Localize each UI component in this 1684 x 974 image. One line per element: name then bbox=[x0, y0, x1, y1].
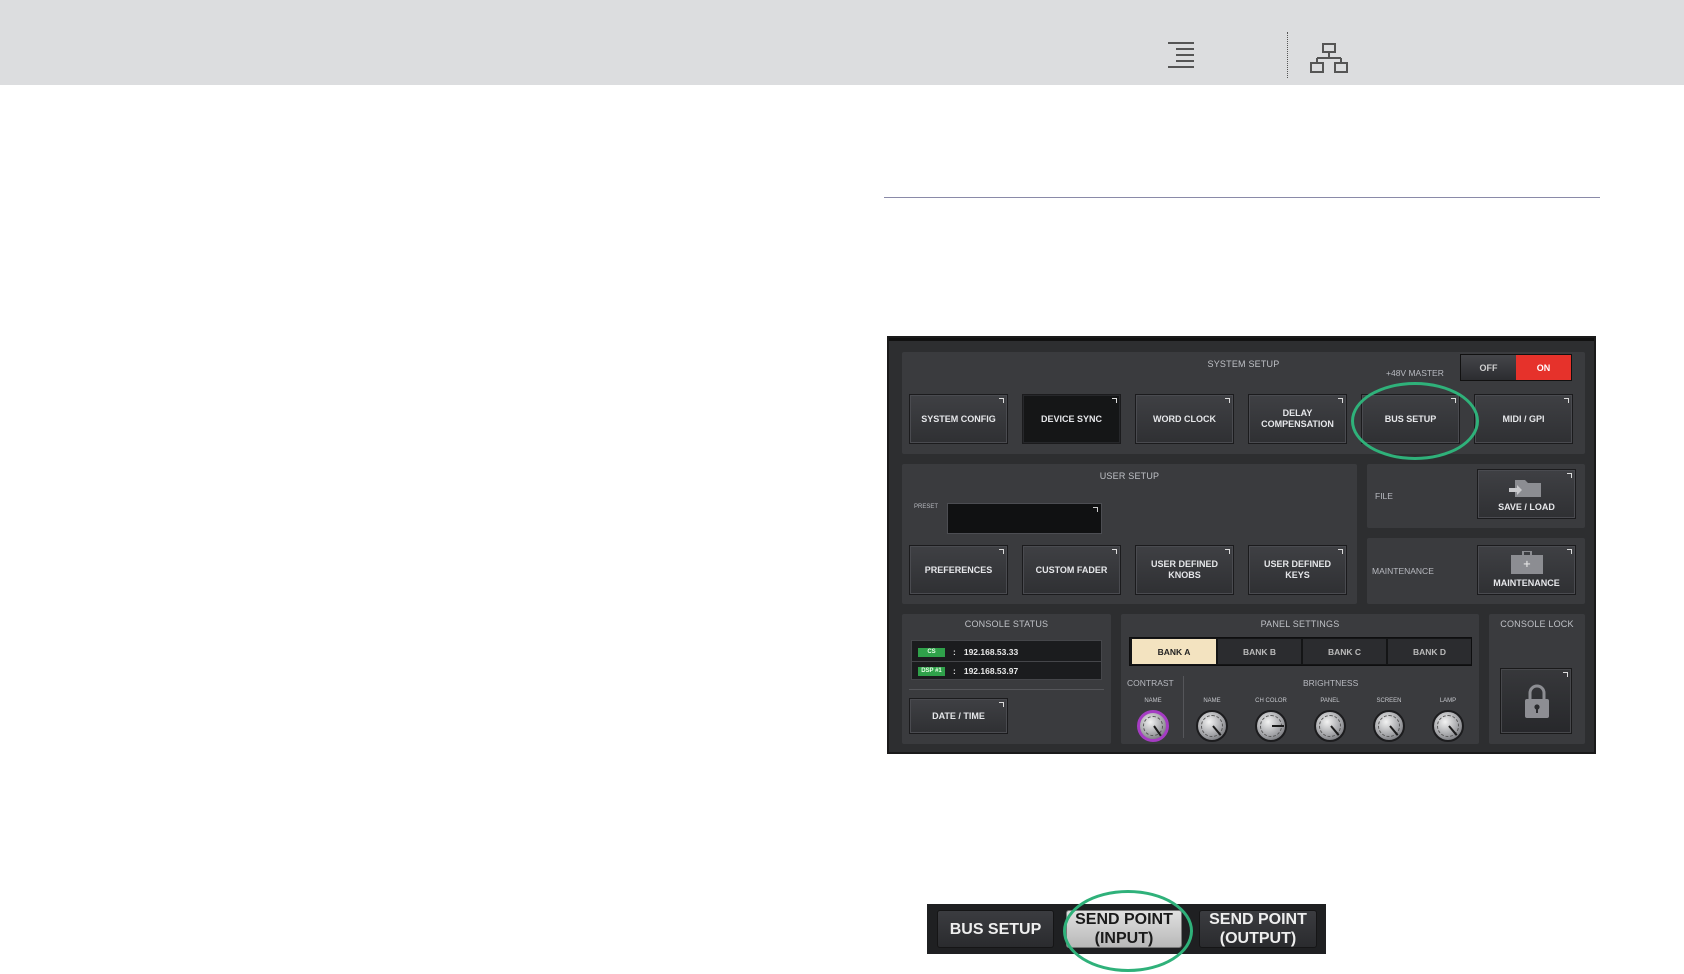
brightness-ch-color-knob: CH COLOR bbox=[1251, 698, 1291, 742]
device-sync-button[interactable]: DEVICE SYNC bbox=[1022, 394, 1121, 444]
console-lock-panel: CONSOLE LOCK bbox=[1489, 614, 1585, 744]
brightness-lamp-knob: LAMP bbox=[1428, 698, 1468, 742]
panel-settings-panel: PANEL SETTINGS BANK A BANK B BANK C BANK… bbox=[1121, 614, 1479, 744]
toolbox-icon: + bbox=[1510, 551, 1543, 574]
dsp-ip: 192.168.53.97 bbox=[963, 666, 1019, 676]
contrast-name-knob: NAME bbox=[1133, 698, 1173, 742]
file-panel: FILE SAVE / LOAD bbox=[1367, 464, 1585, 528]
phantom-on-button[interactable]: ON bbox=[1516, 355, 1571, 380]
toc-indent-icon[interactable] bbox=[1164, 40, 1204, 74]
maintenance-label: MAINTENANCE bbox=[1372, 566, 1434, 576]
preferences-button[interactable]: PREFERENCES bbox=[909, 545, 1008, 595]
user-defined-knobs-button[interactable]: USER DEFINED KNOBS bbox=[1135, 545, 1234, 595]
maintenance-button[interactable]: + MAINTENANCE bbox=[1477, 545, 1576, 595]
knob-dial[interactable] bbox=[1314, 710, 1346, 742]
save-load-button[interactable]: SAVE / LOAD bbox=[1477, 469, 1576, 519]
status-row-dsp: DSP #1 : 192.168.53.97 bbox=[918, 664, 1018, 678]
maintenance-button-label: MAINTENANCE bbox=[1493, 578, 1560, 588]
section-divider bbox=[884, 197, 1600, 198]
midi-gpi-button[interactable]: MIDI / GPI bbox=[1474, 394, 1573, 444]
console-status-panel: CONSOLE STATUS CS : 192.168.53.33 DSP #1… bbox=[902, 614, 1111, 744]
phantom-master-label: +48V MASTER bbox=[1386, 368, 1444, 378]
brightness-label: BRIGHTNESS bbox=[1303, 678, 1359, 688]
tab-send-point-input[interactable]: SEND POINT (INPUT) bbox=[1066, 910, 1182, 948]
custom-fader-button[interactable]: CUSTOM FADER bbox=[1022, 545, 1121, 595]
phantom-master-switch[interactable]: OFF ON bbox=[1460, 354, 1572, 381]
knob-dial[interactable] bbox=[1432, 710, 1464, 742]
console-lock-title: CONSOLE LOCK bbox=[1500, 619, 1574, 629]
console-lock-button[interactable] bbox=[1500, 668, 1572, 734]
brightness-panel-knob: PANEL bbox=[1310, 698, 1350, 742]
system-config-button[interactable]: SYSTEM CONFIG bbox=[909, 394, 1008, 444]
brightness-name-knob: NAME bbox=[1192, 698, 1232, 742]
user-setup-title: USER SETUP bbox=[1099, 471, 1160, 481]
bank-b-button[interactable]: BANK B bbox=[1218, 639, 1301, 664]
bank-a-button[interactable]: BANK A bbox=[1132, 639, 1216, 664]
knob-label: PANEL bbox=[1320, 698, 1340, 704]
brightness-screen-knob: SCREEN bbox=[1369, 698, 1409, 742]
tab-send-point-output[interactable]: SEND POINT (OUTPUT) bbox=[1199, 910, 1317, 948]
knob-label: LAMP bbox=[1439, 698, 1457, 704]
cs-separator: : bbox=[953, 647, 956, 657]
knob-dial[interactable] bbox=[1137, 710, 1169, 742]
bank-c-button[interactable]: BANK C bbox=[1303, 639, 1386, 664]
tab-bus-setup[interactable]: BUS SETUP bbox=[937, 910, 1054, 948]
status-row-divider bbox=[912, 661, 1101, 662]
console-status-title: CONSOLE STATUS bbox=[964, 619, 1049, 629]
word-clock-button[interactable]: WORD CLOCK bbox=[1135, 394, 1234, 444]
bank-d-button[interactable]: BANK D bbox=[1388, 639, 1471, 664]
maintenance-panel: MAINTENANCE + MAINTENANCE bbox=[1367, 538, 1585, 604]
delay-compensation-button[interactable]: DELAY COMPENSATION bbox=[1248, 394, 1347, 444]
console-setup-screen: SYSTEM SETUP +48V MASTER OFF ON SYSTEM C… bbox=[887, 336, 1596, 754]
dsp-tag: DSP #1 bbox=[918, 666, 945, 676]
dsp-separator: : bbox=[953, 666, 956, 676]
knob-label: NAME bbox=[1203, 698, 1221, 704]
preset-label: PRESET bbox=[914, 504, 939, 510]
panel-settings-title: PANEL SETTINGS bbox=[1260, 619, 1340, 629]
user-setup-panel: USER SETUP PRESET PREFERENCES CUSTOM FAD… bbox=[902, 464, 1357, 604]
folder-icon bbox=[1508, 480, 1541, 497]
status-row-cs: CS : 192.168.53.33 bbox=[918, 645, 1018, 659]
bus-setup-button[interactable]: BUS SETUP bbox=[1361, 394, 1460, 444]
lock-icon bbox=[1525, 684, 1549, 718]
console-top-edge bbox=[889, 338, 1594, 341]
bank-selector: BANK A BANK B BANK C BANK D bbox=[1129, 637, 1472, 666]
sitemap-icon[interactable] bbox=[1310, 42, 1350, 76]
system-setup-panel: SYSTEM SETUP +48V MASTER OFF ON SYSTEM C… bbox=[902, 352, 1585, 454]
console-status-list: CS : 192.168.53.33 DSP #1 : 192.168.53.9… bbox=[911, 640, 1102, 680]
status-divider bbox=[909, 689, 1104, 690]
bus-setup-tab-strip: BUS SETUP SEND POINT (INPUT) SEND POINT … bbox=[927, 904, 1326, 954]
cs-ip: 192.168.53.33 bbox=[963, 647, 1019, 657]
save-load-label: SAVE / LOAD bbox=[1498, 502, 1555, 512]
date-time-button[interactable]: DATE / TIME bbox=[909, 698, 1008, 734]
knob-dial[interactable] bbox=[1255, 710, 1287, 742]
phantom-off-button[interactable]: OFF bbox=[1461, 355, 1516, 380]
preset-field[interactable] bbox=[947, 503, 1102, 534]
cs-tag: CS bbox=[918, 647, 945, 657]
contrast-label: CONTRAST bbox=[1127, 678, 1174, 688]
svg-text:+: + bbox=[1522, 559, 1530, 570]
contrast-brightness-divider bbox=[1183, 676, 1184, 738]
file-label: FILE bbox=[1375, 491, 1393, 501]
top-toolbar bbox=[0, 0, 1684, 85]
knob-label: SCREEN bbox=[1376, 698, 1402, 704]
toolbar-divider bbox=[1287, 32, 1288, 78]
knob-dial[interactable] bbox=[1373, 710, 1405, 742]
knob-label: NAME bbox=[1144, 698, 1162, 704]
knob-label: CH COLOR bbox=[1255, 698, 1287, 704]
user-defined-keys-button[interactable]: USER DEFINED KEYS bbox=[1248, 545, 1347, 595]
knob-dial[interactable] bbox=[1196, 710, 1228, 742]
